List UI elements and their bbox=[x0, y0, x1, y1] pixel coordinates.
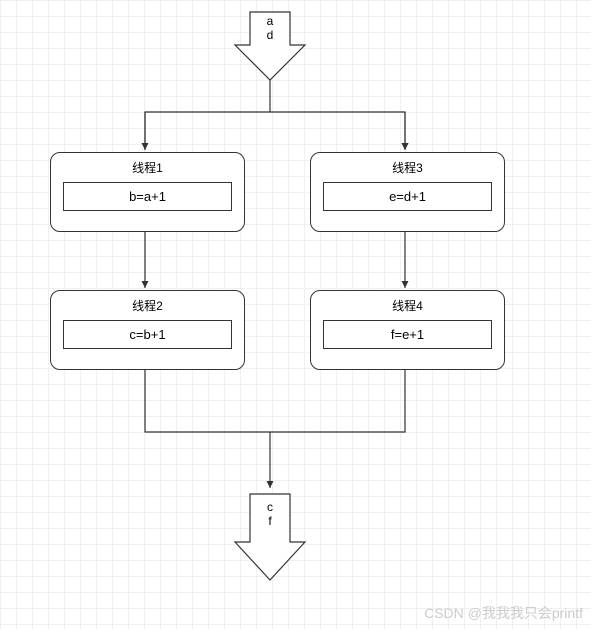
thread-expr-1: b=a+1 bbox=[63, 182, 232, 211]
thread-expr-3: e=d+1 bbox=[323, 182, 492, 211]
thread-title-1: 线程1 bbox=[63, 159, 232, 176]
thread-box-1: 线程1 b=a+1 bbox=[50, 152, 245, 232]
thread-box-3: 线程3 e=d+1 bbox=[310, 152, 505, 232]
thread-box-2: 线程2 c=b+1 bbox=[50, 290, 245, 370]
thread-title-2: 线程2 bbox=[63, 297, 232, 314]
thread-box-4: 线程4 f=e+1 bbox=[310, 290, 505, 370]
thread-title-3: 线程3 bbox=[323, 159, 492, 176]
thread-expr-4: f=e+1 bbox=[323, 320, 492, 349]
watermark-text: CSDN @我我我只会printf bbox=[424, 603, 583, 623]
thread-title-4: 线程4 bbox=[323, 297, 492, 314]
thread-expr-2: c=b+1 bbox=[63, 320, 232, 349]
